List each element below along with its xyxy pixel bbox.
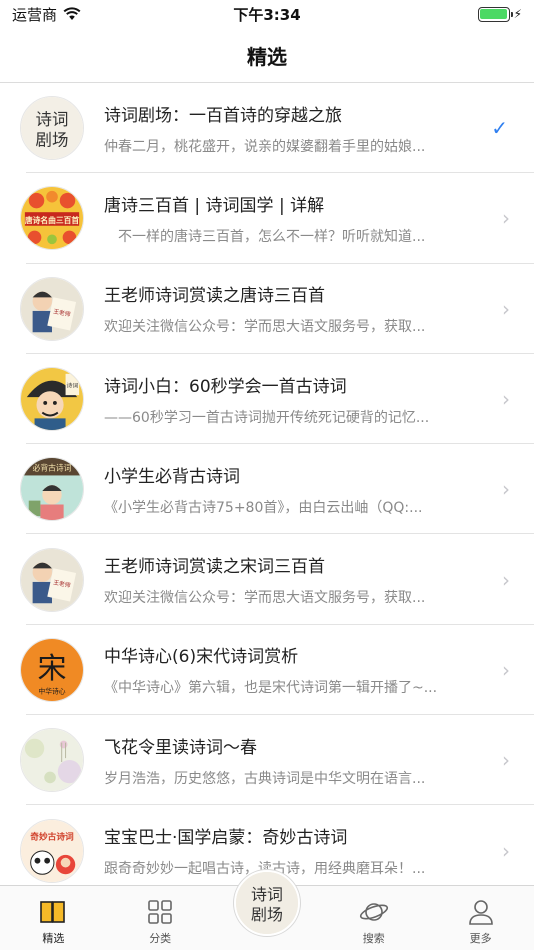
tab-center-theater[interactable]: 诗词 剧场 <box>214 870 321 950</box>
song-dynasty-cover: 宋 中华诗心 <box>20 637 84 702</box>
planet-search-icon <box>359 903 388 921</box>
item-description: 《中华诗心》第六辑，也是宋代诗词第一辑开播了~... <box>104 680 438 697</box>
avatar-text-line1: 诗词 <box>36 110 69 129</box>
item-description: 不一样的唐诗三百首，怎么不一样？听听就知道... <box>104 228 426 245</box>
list-item[interactable]: 王老师 王老师诗词赏读之唐诗三百首 欢迎关注微信公众号：学而思大语文服务号，获取… <box>0 264 534 354</box>
chevron-right-icon: › <box>502 657 510 682</box>
tab-bar: 精选 分类 诗词 剧场 搜索 更多 <box>0 870 534 950</box>
row-text: 小学生必背古诗词 《小学生必背古诗75+80首》，由白云出岫（QQ:... <box>104 462 474 517</box>
chevron-right-icon: › <box>502 567 510 592</box>
list-item[interactable]: 宋 中华诗心 中华诗心(6)宋代诗词赏析 《中华诗心》第六辑，也是宋代诗词第一辑… <box>0 625 534 716</box>
chevron-right-icon: › <box>502 296 510 321</box>
avatar-subtext: 中华诗心 <box>38 686 65 695</box>
center-text-line2: 剧场 <box>251 905 283 924</box>
teacher-wang-cover: 王老师 <box>20 276 84 341</box>
item-description: 跟奇奇妙妙一起唱古诗，读古诗，用经典磨耳朵！... <box>104 861 426 878</box>
item-title: 王老师诗词赏读之唐诗三百首 <box>104 286 325 307</box>
item-description: ——60秒学习一首古诗词抛开传统死记硬背的记忆... <box>104 409 430 426</box>
wifi-icon <box>63 7 81 20</box>
item-description: 仲春二月，桃花盛开，说亲的媒婆翻着手里的姑娘... <box>104 138 426 155</box>
row-text: 诗词小白：60秒学会一首古诗词 ——60秒学习一首古诗词抛开传统死记硬背的记忆.… <box>104 372 474 427</box>
list-item[interactable]: 飞花令里读诗词～春 岁月浩浩，历史悠悠，古典诗词是中华文明在语言... › <box>0 715 534 806</box>
item-title: 宝宝巴士·国学启蒙：奇妙古诗词 <box>104 828 348 849</box>
avatar-text-line2: 剧场 <box>36 131 69 150</box>
nav-bar: 精选 <box>0 28 534 83</box>
item-description: 欢迎关注微信公众号：学而思大语文服务号，获取... <box>104 590 426 607</box>
tab-label: 搜索 <box>362 932 385 945</box>
teacher-wang-cover: 王老师 <box>20 547 84 612</box>
poetry-theater-logo: 诗词 剧场 <box>20 96 84 161</box>
battery-fill <box>480 9 508 19</box>
list-item[interactable]: 诗词 剧场 诗词剧场：一百首诗的穿越之旅 仲春二月，桃花盛开，说亲的媒婆翻着手里… <box>0 83 534 174</box>
carrier-label: 运营商 <box>12 5 58 24</box>
poetry-beginner-cover: 诗词 <box>20 367 84 432</box>
charging-bolt-icon: ⚡ <box>513 7 522 21</box>
list-item[interactable]: 必背古诗词 小学生必背古诗词 《小学生必背古诗75+80首》，由白云出岫（QQ:… <box>0 444 534 535</box>
item-description: 欢迎关注微信公众号：学而思大语文服务号，获取... <box>104 319 426 336</box>
tang-poems-cover: 唐诗名曲三百首 <box>20 186 84 251</box>
person-icon <box>468 900 493 925</box>
item-title: 王老师诗词赏读之宋词三百首 <box>104 557 325 578</box>
item-title: 唐诗三百首 | 诗词国学 | 详解 <box>104 195 325 216</box>
row-text: 诗词剧场：一百首诗的穿越之旅 仲春二月，桃花盛开，说亲的媒婆翻着手里的姑娘... <box>104 101 474 156</box>
status-time: 下午3:34 <box>233 5 301 24</box>
album-list[interactable]: 诗词 剧场 诗词剧场：一百首诗的穿越之旅 仲春二月，桃花盛开，说亲的媒婆翻着手里… <box>0 83 534 885</box>
item-title: 飞花令里读诗词～春 <box>104 737 257 758</box>
tab-search[interactable]: 搜索 <box>320 886 427 950</box>
center-text-line1: 诗词 <box>251 885 283 904</box>
status-right: ⚡ <box>342 6 522 22</box>
avatar-text: 唐诗名曲三百首 <box>25 215 80 225</box>
row-text: 宝宝巴士·国学启蒙：奇妙古诗词 跟奇奇妙妙一起唱古诗，读古诗，用经典磨耳朵！..… <box>104 823 474 878</box>
row-text: 王老师诗词赏读之唐诗三百首 欢迎关注微信公众号：学而思大语文服务号，获取... <box>104 281 474 336</box>
chevron-right-icon: › <box>502 387 510 412</box>
babybus-cover: 奇妙古诗词 <box>20 818 84 883</box>
status-left: 运营商 <box>12 4 192 25</box>
chevron-right-icon: › <box>502 206 510 231</box>
list-item[interactable]: 诗词 诗词小白：60秒学会一首古诗词 ——60秒学习一首古诗词抛开传统死记硬背的… <box>0 354 534 445</box>
spring-flowers-cover <box>20 728 84 793</box>
chevron-right-icon: › <box>502 838 510 863</box>
list-item[interactable]: 唐诗名曲三百首 唐诗三百首 | 诗词国学 | 详解 不一样的唐诗三百首，怎么不一… <box>0 173 534 264</box>
pupil-poems-cover: 必背古诗词 <box>20 457 84 522</box>
row-text: 王老师诗词赏读之宋词三百首 欢迎关注微信公众号：学而思大语文服务号，获取... <box>104 552 474 607</box>
grid-icon <box>148 900 172 924</box>
checkmark-icon: ✓ <box>491 116 508 141</box>
item-title: 小学生必背古诗词 <box>104 466 240 487</box>
tab-category[interactable]: 分类 <box>107 886 214 950</box>
item-title: 诗词剧场：一百首诗的穿越之旅 <box>104 105 342 126</box>
tab-label: 精选 <box>42 932 65 945</box>
chevron-right-icon: › <box>502 748 510 773</box>
tab-more[interactable]: 更多 <box>427 886 534 950</box>
item-description: 岁月浩浩，历史悠悠，古典诗词是中华文明在语言... <box>104 770 426 787</box>
item-title: 中华诗心(6)宋代诗词赏析 <box>104 647 299 668</box>
chevron-right-icon: › <box>502 477 510 502</box>
avatar-text: 奇妙古诗词 <box>30 830 74 842</box>
row-text: 中华诗心(6)宋代诗词赏析 《中华诗心》第六辑，也是宋代诗词第一辑开播了~... <box>104 642 474 697</box>
status-bar: 运营商 下午3:34 ⚡ <box>0 0 534 28</box>
avatar-text: 宋 <box>37 651 66 685</box>
page-title: 精选 <box>247 44 287 69</box>
item-title: 诗词小白：60秒学会一首古诗词 <box>104 376 347 397</box>
battery-icon <box>477 6 513 22</box>
avatar-text: 诗词 <box>67 381 79 389</box>
avatar-text: 必背古诗词 <box>33 463 72 473</box>
tab-featured[interactable]: 精选 <box>0 886 107 950</box>
book-icon <box>40 901 66 923</box>
row-text: 飞花令里读诗词～春 岁月浩浩，历史悠悠，古典诗词是中华文明在语言... <box>104 733 474 788</box>
item-description: 《小学生必背古诗75+80首》，由白云出岫（QQ:... <box>104 499 423 516</box>
list-item[interactable]: 王老师 王老师诗词赏读之宋词三百首 欢迎关注微信公众号：学而思大语文服务号，获取… <box>0 534 534 625</box>
tab-label: 分类 <box>149 932 172 945</box>
tab-label: 更多 <box>469 932 492 945</box>
poetry-theater-center-icon: 诗词 剧场 <box>233 870 300 936</box>
row-text: 唐诗三百首 | 诗词国学 | 详解 不一样的唐诗三百首，怎么不一样？听听就知道.… <box>104 191 474 246</box>
